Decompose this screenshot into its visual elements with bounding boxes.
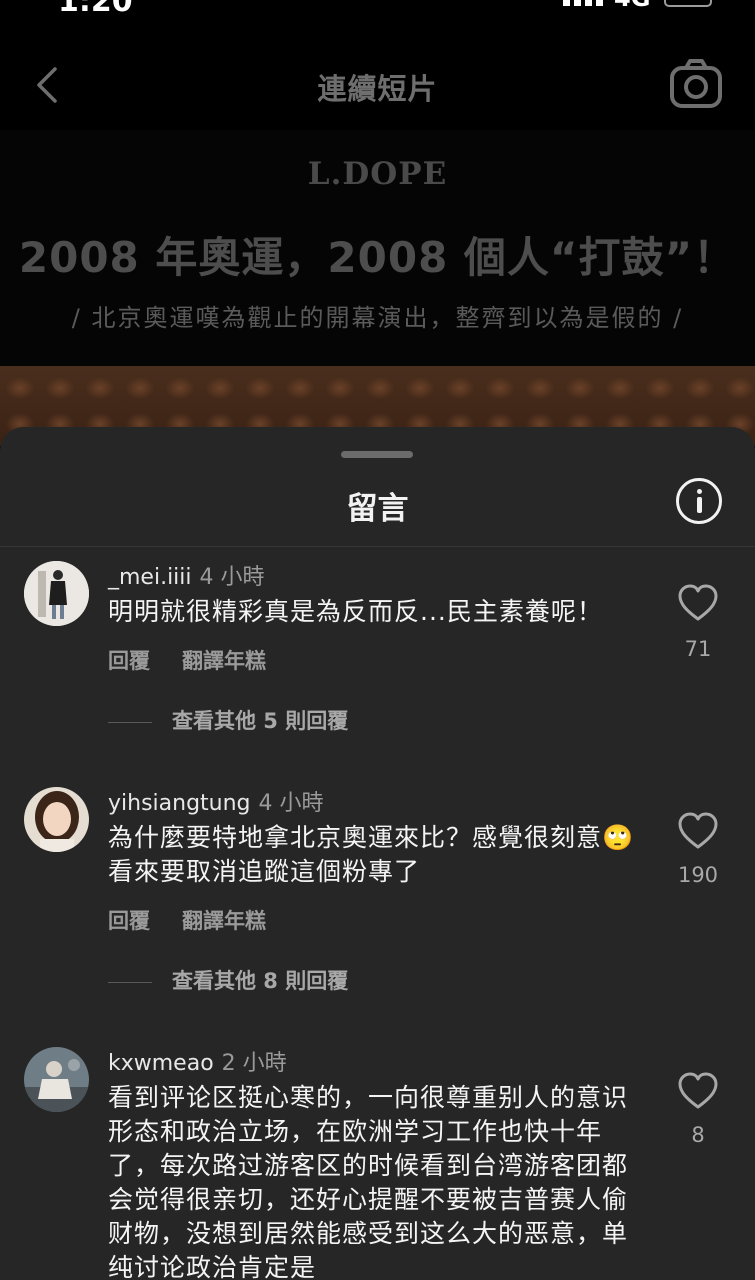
status-time: 1:20: [58, 0, 133, 18]
comment-item: yihsiangtung 4 小時 為什麼要特地拿北京奧運來比？感覺很刻意🙄 看來…: [0, 785, 755, 1015]
view-replies-label: 查看其他 5 則回覆: [172, 709, 349, 733]
like-count: 8: [691, 1123, 705, 1147]
info-icon: [697, 489, 702, 494]
video-subtitle: / 北京奧運嘆為觀止的開幕演出，整齊到以為是假的 /: [71, 304, 684, 332]
translate-button[interactable]: 翻譯年糕: [182, 649, 266, 673]
comment-item: kxwmeao 2 小時 看到评论区挺心寒的，一向很尊重别人的意识形态和政治立场，…: [0, 1045, 755, 1280]
comment-username[interactable]: yihsiangtung: [108, 791, 251, 816]
view-replies-button[interactable]: 查看其他 8 則回覆: [108, 965, 348, 995]
status-bar: 1:20 4G: [0, 0, 755, 18]
like-count: 71: [684, 637, 712, 661]
comment-text: 為什麼要特地拿北京奧運來比？感覺很刻意🙄 看來要取消追蹤這個粉專了: [108, 823, 635, 886]
avatar[interactable]: [24, 787, 89, 852]
divider: [0, 546, 755, 547]
drag-handle[interactable]: [341, 451, 413, 458]
like-count: 190: [677, 863, 719, 887]
info-button[interactable]: [676, 478, 722, 524]
comment-time: 4 小時: [199, 565, 265, 590]
view-replies-button[interactable]: 查看其他 5 則回覆: [108, 705, 348, 735]
comment-time: 2 小時: [221, 1051, 287, 1076]
translate-button[interactable]: 翻譯年糕: [182, 909, 266, 933]
signal-icon: [563, 0, 603, 6]
reply-button[interactable]: 回覆: [108, 909, 150, 933]
reply-button[interactable]: 回覆: [108, 649, 150, 673]
network-label: 4G: [614, 0, 650, 12]
heart-icon[interactable]: [677, 583, 719, 623]
comment-text: 明明就很精彩真是為反而反...民主素養呢！: [108, 597, 603, 626]
avatar[interactable]: [24, 561, 89, 626]
camera-icon[interactable]: [668, 58, 724, 110]
comment-username[interactable]: _mei.iiii: [108, 565, 192, 590]
comment-item: _mei.iiii 4 小時 明明就很精彩真是為反而反...民主素養呢！ 回覆 翻譯…: [0, 557, 755, 757]
view-replies-label: 查看其他 8 則回覆: [172, 969, 349, 993]
comment-time: 4 小時: [258, 791, 324, 816]
avatar[interactable]: [24, 1047, 89, 1112]
heart-icon[interactable]: [677, 811, 719, 851]
comment-text: 看到评论区挺心寒的，一向很尊重别人的意识形态和政治立场，在欧洲学习工作也快十年了…: [108, 1083, 629, 1280]
comments-title: 留言: [346, 491, 409, 527]
comment-username[interactable]: kxwmeao: [108, 1051, 214, 1076]
heart-icon[interactable]: [677, 1071, 719, 1111]
page-title: 連續短片: [317, 72, 438, 106]
brand-logo: L.DOPE: [307, 156, 448, 192]
comments-sheet: 留言 _mei.iiii 4 小時 明明就很精彩真是為反而反...民主素養呢！ 回…: [0, 427, 755, 1280]
video-headline: 2008 年奧運，2008 個人“打鼓”！: [18, 233, 737, 282]
battery-icon: [664, 0, 712, 7]
